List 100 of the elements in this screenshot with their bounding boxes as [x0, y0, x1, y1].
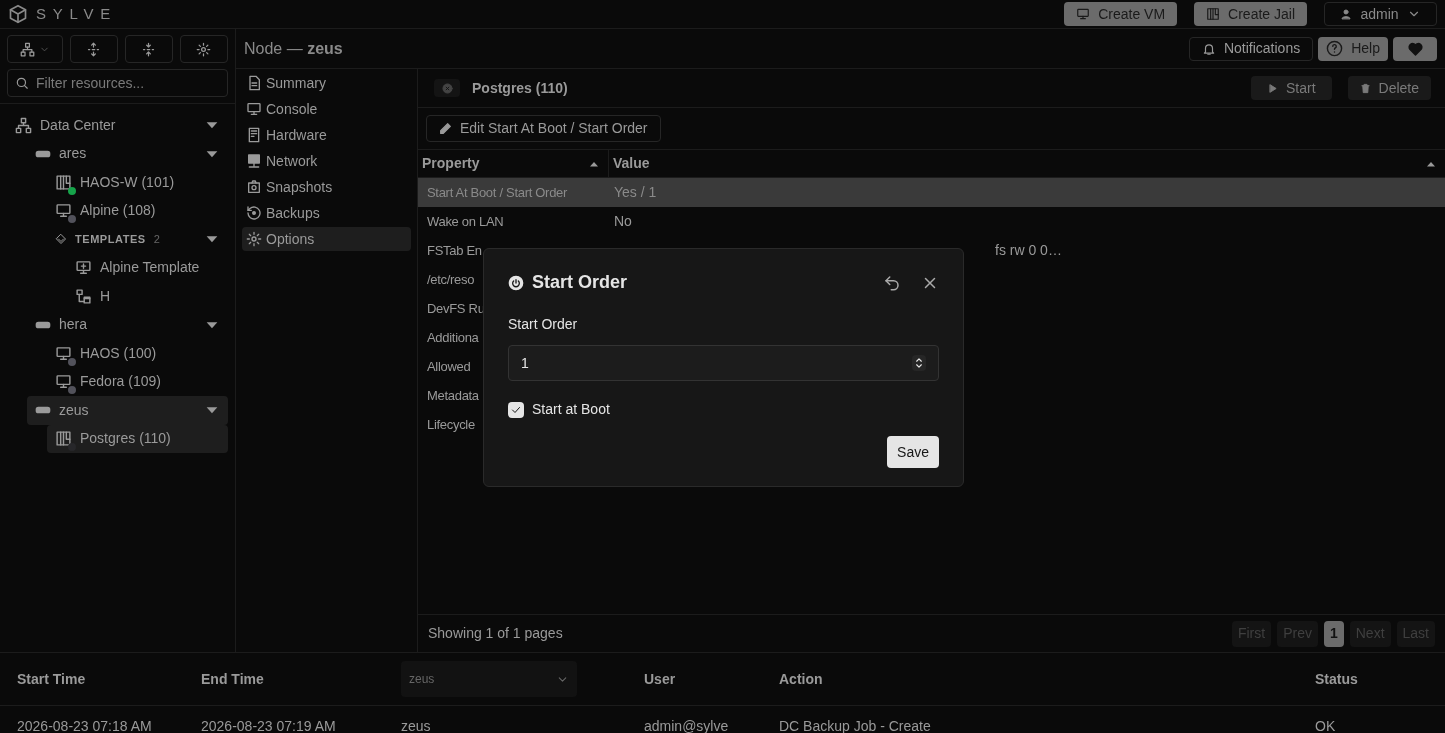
- nav-item[interactable]: Console: [242, 97, 411, 121]
- jail-icon: [55, 430, 72, 448]
- breadcrumb: Node — zeus: [244, 38, 343, 59]
- panel-title: Postgres (110): [472, 78, 568, 98]
- table-cell-text: fs rw 0 0…: [994, 241, 1063, 260]
- toolbar-button[interactable]: [179, 35, 228, 63]
- search-icon: [15, 76, 29, 90]
- save-button[interactable]: Save: [887, 436, 939, 468]
- monitor-icon: [246, 101, 262, 117]
- checkbox[interactable]: [508, 401, 524, 418]
- trash-icon: [1359, 82, 1371, 94]
- toolbar-button[interactable]: [124, 35, 173, 63]
- hierarchy-icon: [75, 287, 92, 305]
- count-label: 2: [153, 232, 160, 247]
- column-header[interactable]: User: [644, 668, 779, 690]
- column-header[interactable]: Property: [418, 150, 609, 177]
- column-header[interactable]: Action: [779, 668, 1315, 690]
- cube-logo-icon: [8, 4, 28, 24]
- bell-icon: [1201, 41, 1216, 56]
- table-cell-text: Yes / 1: [613, 183, 658, 202]
- tree-item[interactable]: ares: [27, 139, 228, 168]
- toolbar-button[interactable]: [69, 35, 118, 63]
- edit-button[interactable]: Edit Start At Boot / Start Order: [426, 115, 661, 142]
- nav-item[interactable]: Options: [242, 227, 411, 251]
- column-header[interactable]: Start Time: [0, 668, 201, 690]
- donate-button[interactable]: [1393, 36, 1437, 61]
- monitor-icon: [55, 344, 72, 362]
- table-cell-text: Start At Boot / Start Order: [427, 183, 568, 202]
- monitor-icon: [55, 373, 72, 391]
- nav-item[interactable]: Snapshots: [242, 175, 411, 199]
- tree-item[interactable]: Fedora (109): [47, 367, 228, 396]
- tree-item[interactable]: H: [67, 282, 228, 311]
- page-button[interactable]: 1: [1323, 620, 1344, 647]
- monitor-plus-icon: [75, 259, 92, 277]
- table-cell-text: Wake on LAN: [427, 212, 504, 231]
- toolbar-button[interactable]: [7, 35, 63, 63]
- filter-field[interactable]: Filter resources...: [7, 69, 228, 97]
- item-label: HAOS-W (101): [80, 172, 175, 192]
- settings-icon: [196, 41, 212, 57]
- tree-item[interactable]: Alpine Template: [67, 253, 228, 282]
- heart-icon: [1406, 40, 1424, 57]
- user-icon: [1340, 8, 1353, 20]
- tree-item[interactable]: zeus: [27, 396, 228, 425]
- camera-icon: [246, 179, 262, 195]
- table-cell-text: zeus: [401, 718, 432, 733]
- table-row[interactable]: Wake on LAN No: [418, 207, 1445, 236]
- power-icon: [508, 274, 524, 291]
- nav-item[interactable]: Backups: [242, 201, 411, 225]
- pencil-icon: [439, 122, 452, 135]
- item-label: Postgres (110): [80, 429, 171, 449]
- monitor-icon: [1076, 7, 1091, 21]
- table-cell-text: 2026-08-23 07:19 AM: [201, 718, 337, 733]
- layers-icon: [55, 233, 67, 246]
- collapse-icon: [141, 41, 157, 57]
- spinner-icon: [912, 355, 926, 371]
- monitor-icon: [55, 202, 72, 220]
- user-menu[interactable]: admin: [1324, 2, 1437, 26]
- app-logo: SYLVE: [36, 3, 117, 24]
- table-cell-text: No: [613, 212, 633, 231]
- column-header[interactable]: Value: [609, 150, 1445, 177]
- item-label: zeus: [59, 400, 89, 420]
- undo-icon: [883, 273, 901, 292]
- tree-item[interactable]: Data Center: [7, 111, 228, 140]
- tree-item[interactable]: Alpine (108): [47, 196, 228, 225]
- tree-item[interactable]: HAOS (100): [47, 339, 228, 368]
- field-label: Start Order: [508, 315, 579, 334]
- column-header[interactable]: Status: [1315, 668, 1445, 690]
- item-label: Alpine (108): [80, 201, 156, 221]
- start-button[interactable]: Start: [1250, 76, 1332, 100]
- document-icon: [246, 75, 262, 91]
- notifications-button[interactable]: Notifications: [1188, 36, 1314, 61]
- item-label: Fedora (109): [80, 372, 161, 392]
- hardware-icon: [246, 127, 262, 143]
- delete-button[interactable]: Delete: [1347, 76, 1431, 100]
- nav-item[interactable]: Hardware: [242, 123, 411, 147]
- table-cell-text: OK: [1315, 718, 1337, 733]
- jail-icon: [1206, 7, 1221, 21]
- tree-item[interactable]: Postgres (110): [47, 424, 228, 453]
- nav-item[interactable]: Network: [242, 149, 411, 173]
- tree-item[interactable]: hera: [27, 310, 228, 339]
- item-label: HAOS (100): [80, 343, 157, 363]
- jail-icon: [55, 173, 72, 191]
- column-header[interactable]: End Time: [201, 668, 401, 690]
- table-cell-text: FSTab En: [427, 241, 482, 260]
- item-label: Data Center: [40, 115, 116, 135]
- table-cell-text: DC Backup Job - Create: [779, 718, 932, 733]
- tree-item[interactable]: HAOS-W (101): [47, 168, 228, 197]
- table-cell-text: admin@sylve: [644, 718, 730, 733]
- reset-button[interactable]: [883, 273, 901, 292]
- nav-item[interactable]: Summary: [242, 71, 411, 95]
- table-cell-text: 2026-08-23 07:18 AM: [16, 718, 153, 733]
- tree-item[interactable]: TEMPLATES 2: [47, 225, 228, 254]
- number-field[interactable]: 1: [508, 345, 939, 381]
- item-label: H: [100, 286, 111, 306]
- group-label: TEMPLATES: [75, 232, 146, 247]
- network-icon: [15, 116, 32, 134]
- network-icon: [19, 41, 35, 57]
- network-icon: [246, 153, 262, 169]
- close-circle-icon: [441, 82, 453, 94]
- table-cell-text: Lifecycle: [427, 415, 475, 434]
